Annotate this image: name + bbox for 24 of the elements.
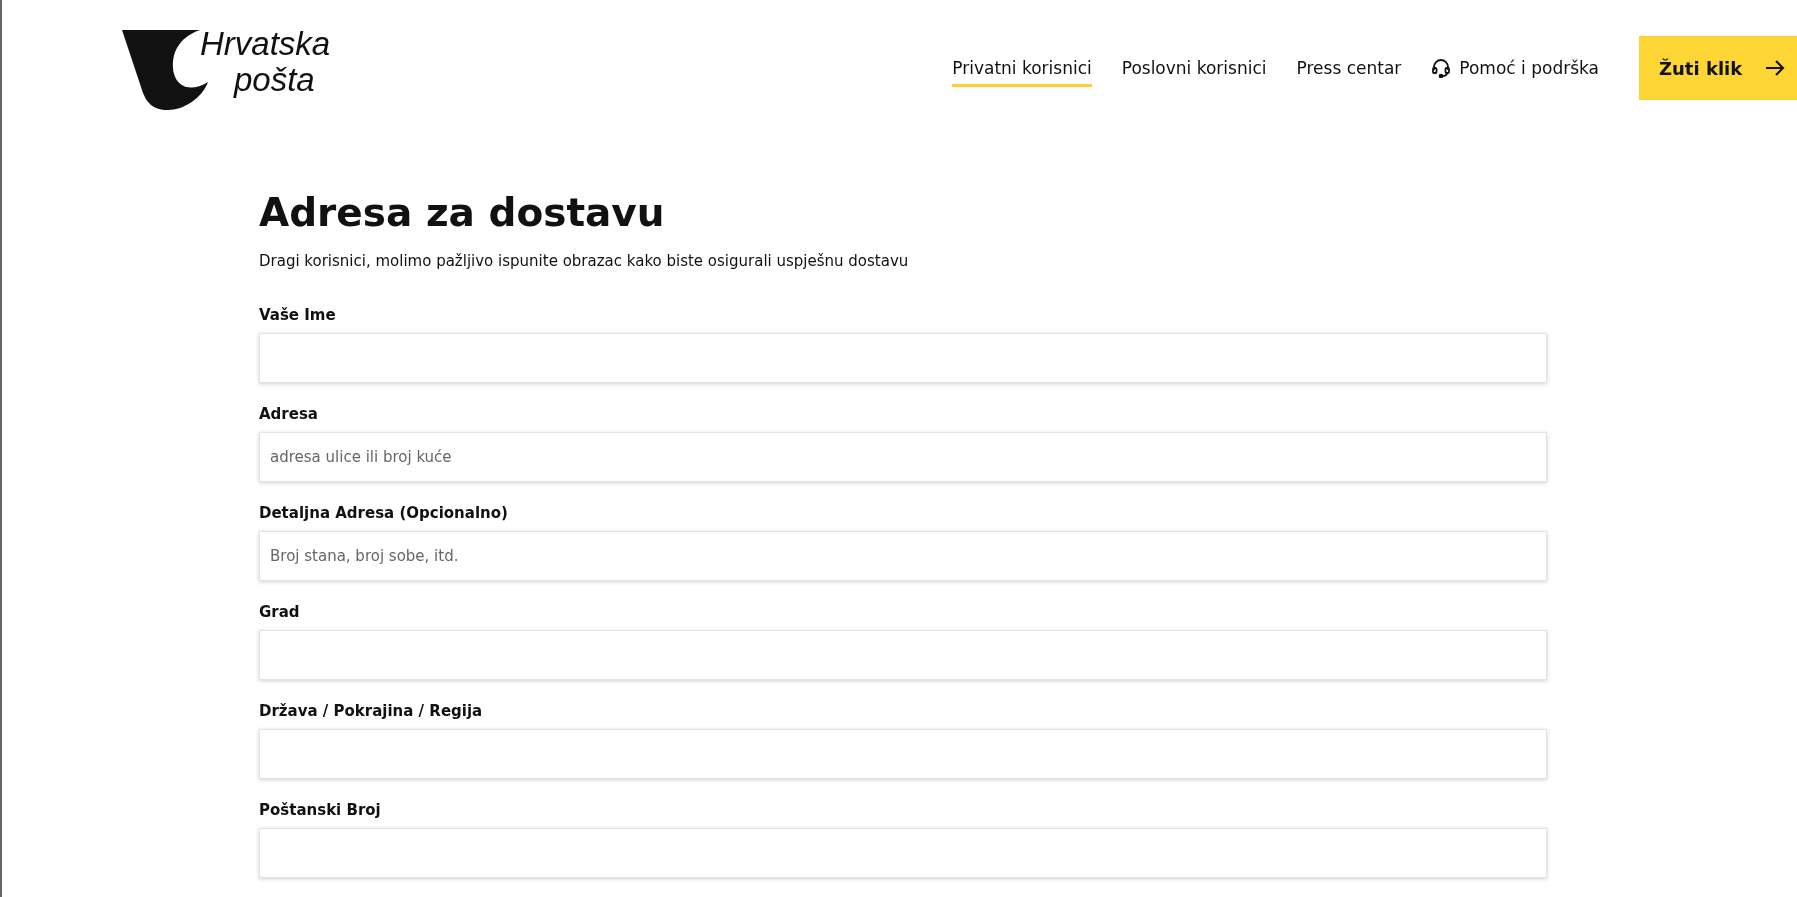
field-label: Vaše Ime — [259, 306, 337, 324]
field-label: Adresa — [259, 405, 319, 423]
logo-text: Hrvatska — [200, 26, 331, 62]
page-heading: Adresa za dostavu — [259, 189, 666, 237]
input-field[interactable]: adresa ulice ili broj kuće — [259, 432, 1547, 482]
nav-link[interactable]: Press centar — [1296, 49, 1402, 87]
input-field[interactable] — [259, 729, 1547, 779]
nav-link[interactable]: Privatni korisnici — [952, 49, 1092, 87]
field-label: Država / Pokrajina / Regija — [259, 702, 484, 720]
input-field[interactable] — [259, 333, 1547, 383]
intro-text: Dragi korisnici, molimo pažljivo ispunite obrazac kako biste osigurali uspješnu dostavu — [259, 252, 910, 270]
logo[interactable]: Hrvatska pošta — [122, 26, 331, 110]
input-field[interactable] — [259, 828, 1547, 878]
field-label: Poštanski Broj — [259, 801, 382, 819]
field-label: Grad — [259, 603, 301, 621]
cta-button[interactable]: Žuti klik — [1639, 36, 1797, 100]
input-field[interactable]: Broj stana, broj sobe, itd. — [259, 531, 1547, 581]
nav-link[interactable]: Pomoć i podrška — [1431, 49, 1599, 87]
nav-link[interactable]: Poslovni korisnici — [1121, 49, 1267, 87]
headset-icon — [1431, 57, 1452, 78]
logo-text: pošta — [234, 62, 316, 98]
input-field[interactable] — [259, 630, 1547, 680]
arrow-right-icon — [1765, 59, 1785, 77]
field-label: Detaljna Adresa (Opcionalno) — [259, 504, 509, 522]
